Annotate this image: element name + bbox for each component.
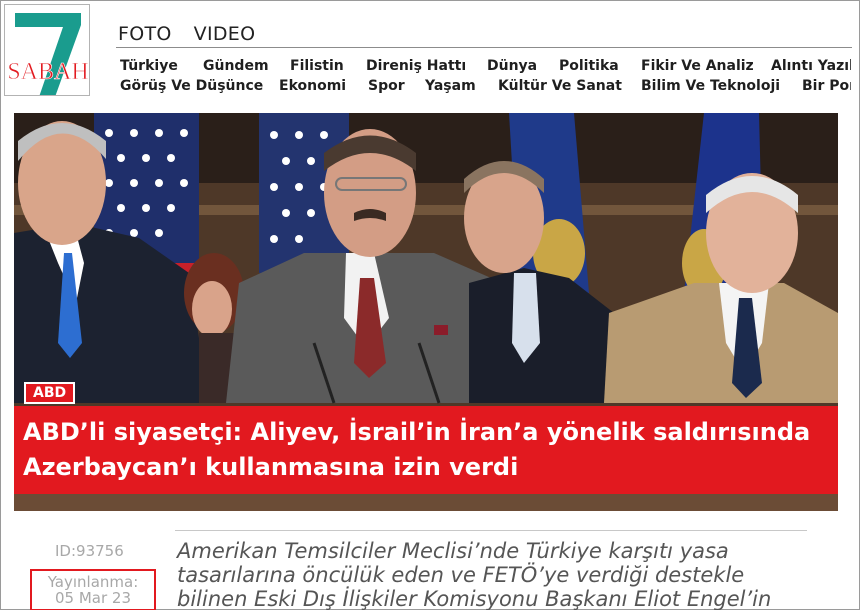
- publish-label: Yayınlanma:: [47, 573, 139, 591]
- publish-date: 05 Mar 23: [54, 589, 131, 607]
- nav-item-alinti-yazilar[interactable]: Alıntı Yazıl: [771, 58, 851, 74]
- nav-item-yasam[interactable]: Yaşam: [425, 78, 476, 94]
- nav-item-kultur-ve-sanat[interactable]: Kültür Ve Sanat: [498, 78, 622, 94]
- headline-line-1[interactable]: ABD’li siyasetçi: Aliyev, İsrail’in İran…: [23, 415, 838, 450]
- nav-item-politika[interactable]: Politika: [559, 58, 619, 74]
- nav-item-turkiye[interactable]: Türkiye: [120, 58, 178, 74]
- media-nav: FOTO VIDEO: [118, 19, 255, 45]
- nav-foto-link[interactable]: FOTO: [118, 23, 172, 45]
- article-lead: Amerikan Temsilciler Meclisi’nde Türkiye…: [177, 539, 817, 610]
- nav-item-spor[interactable]: Spor: [368, 78, 405, 94]
- nav-item-filistin[interactable]: Filistin: [290, 58, 344, 74]
- hero-story[interactable]: ABD ABD’li siyasetçi: Aliyev, İsrail’in …: [14, 113, 838, 511]
- category-nav-row-1: Türkiye Gündem Filistin Direniş Hattı Dü…: [120, 58, 851, 78]
- lead-line-2: tasarılarına öncülük eden ve FETÖ’ye ver…: [177, 563, 745, 587]
- article-id: ID:93756: [55, 542, 124, 560]
- nav-item-fikir-ve-analiz[interactable]: Fikir Ve Analiz: [641, 58, 754, 74]
- nav-item-gundem[interactable]: Gündem: [203, 58, 269, 74]
- nav-video-link[interactable]: VIDEO: [194, 23, 256, 45]
- headline-box[interactable]: ABD’li siyasetçi: Aliyev, İsrail’in İran…: [14, 406, 838, 494]
- lead-line-3: bilinen Eski Dış İlişkiler Komisyonu Baş…: [177, 587, 772, 610]
- nav-item-bilim-ve-teknoloji[interactable]: Bilim Ve Teknoloji: [641, 78, 780, 94]
- publish-date-box: Yayınlanma: 05 Mar 23: [30, 569, 156, 610]
- lead-line-1: Amerikan Temsilciler Meclisi’nde Türkiye…: [177, 539, 729, 563]
- nav-item-ekonomi[interactable]: Ekonomi: [279, 78, 346, 94]
- nav-item-dunya[interactable]: Dünya: [487, 58, 537, 74]
- nav-item-bir-portre[interactable]: Bir Por: [802, 78, 851, 94]
- site-logo[interactable]: SABAH: [4, 4, 90, 96]
- hero-photo-bottom: [14, 494, 838, 511]
- headline-line-2[interactable]: Azerbaycan’ı kullanmasına izin verdi: [23, 450, 838, 485]
- header-divider: [116, 47, 852, 48]
- category-badge[interactable]: ABD: [24, 382, 76, 404]
- article-divider: [175, 530, 807, 531]
- logo-wordmark: SABAH: [7, 59, 88, 85]
- category-nav-row-2: Görüş Ve Düşünce Ekonomi Spor Yaşam Kült…: [120, 78, 851, 98]
- nav-item-direnis-hatti[interactable]: Direniş Hattı: [366, 58, 466, 74]
- nav-item-gorus-ve-dusunce[interactable]: Görüş Ve Düşünce: [120, 78, 263, 94]
